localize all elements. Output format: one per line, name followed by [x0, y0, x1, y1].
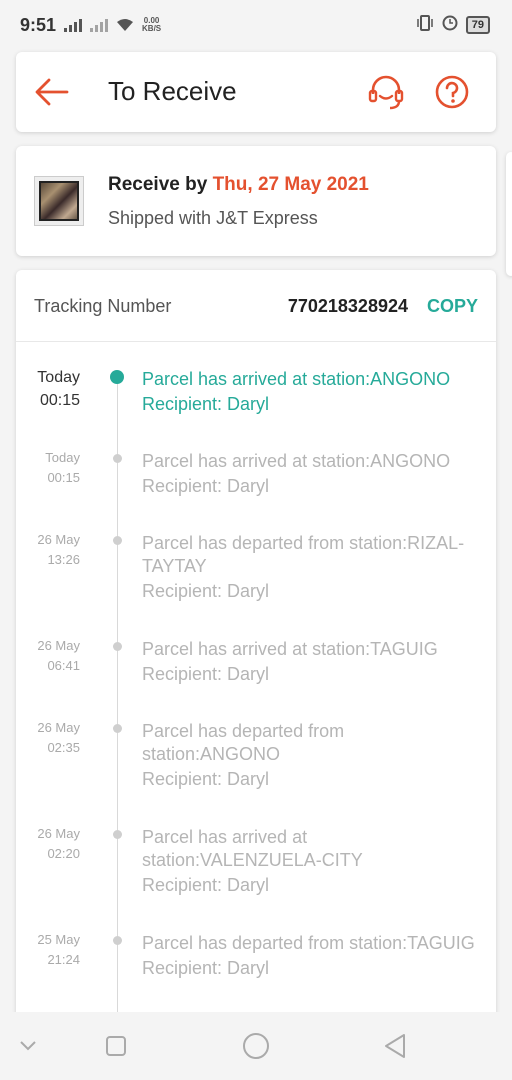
receive-date: Thu, 27 May 2021	[212, 174, 369, 195]
signal-icon	[64, 18, 83, 32]
tracking-number-value: 770218328924	[287, 296, 408, 316]
tracking-card: Tracking Number 770218328924 COPY Today 0…	[16, 270, 496, 1020]
timeline-dot	[113, 830, 122, 839]
event-datetime: 26 May 13:26	[37, 532, 80, 567]
event-description: Parcel has arrived at station:ANGONO Rec…	[142, 368, 482, 418]
timeline-dot	[113, 536, 122, 545]
nav-back-button[interactable]	[382, 1032, 408, 1065]
status-time: 9:51	[20, 14, 57, 35]
product-thumbnail	[34, 176, 84, 226]
event-recipient: Recipient: Daryl	[142, 664, 270, 684]
network-speed: 0.00 KB/S	[142, 16, 162, 33]
side-card-edge	[506, 152, 512, 276]
event-recipient: Recipient: Daryl	[142, 769, 270, 789]
event-recipient: Recipient: Daryl	[142, 581, 270, 601]
page-title: To Receive	[108, 76, 237, 106]
event-description: Parcel has departed from station:ANGONO …	[142, 720, 482, 793]
chevron-down-icon	[20, 1041, 36, 1051]
nav-collapse-button[interactable]	[18, 1038, 38, 1057]
wifi-icon	[116, 18, 134, 32]
timeline-line	[117, 378, 118, 1020]
back-button[interactable]	[34, 74, 70, 110]
customer-support-button[interactable]	[366, 72, 406, 112]
shipping-carrier: Shipped with J&T Express	[108, 208, 318, 228]
event-recipient: Recipient: Daryl	[142, 394, 270, 414]
timeline-dot	[113, 454, 122, 463]
event-recipient: Recipient: Daryl	[142, 875, 270, 895]
system-navigation-bar	[0, 1012, 512, 1080]
timeline-dot	[113, 642, 122, 651]
event-description: Parcel has arrived at station:ANGONO Rec…	[142, 450, 482, 500]
question-circle-icon	[435, 75, 469, 109]
delivery-info-card[interactable]: Receive by Thu, 27 May 2021 Shipped with…	[16, 146, 496, 256]
timeline-dot	[110, 370, 124, 384]
help-button[interactable]	[434, 74, 470, 110]
status-bar: 9:51 0.00 KB/S 79	[0, 0, 512, 50]
nav-home-button[interactable]	[242, 1032, 270, 1065]
event-description: Parcel has departed from station:TAGUIG …	[142, 932, 482, 982]
event-datetime: Today 00:15	[45, 450, 80, 485]
event-description: Parcel has arrived at station:VALENZUELA…	[142, 826, 482, 899]
copy-button[interactable]: COPY	[427, 296, 478, 317]
tracking-number-label: Tracking Number	[34, 296, 172, 316]
event-recipient: Recipient: Daryl	[142, 476, 270, 496]
battery-icon: 79	[465, 16, 490, 34]
event-datetime: 26 May 02:20	[37, 826, 80, 861]
signal-icon-secondary	[90, 18, 109, 32]
headset-icon	[368, 75, 404, 110]
vibrate-icon	[416, 14, 434, 36]
event-datetime: 25 May 21:24	[37, 932, 80, 967]
tracking-number-row: Tracking Number 770218328924 COPY	[16, 270, 496, 342]
event-recipient: Recipient: Daryl	[142, 958, 270, 978]
timeline-dot	[113, 936, 122, 945]
receive-by-text: Receive by Thu, 27 May 2021	[108, 174, 369, 195]
top-app-bar: To Receive	[16, 52, 496, 132]
circle-icon	[243, 1033, 269, 1059]
square-icon	[106, 1036, 126, 1056]
timeline-dot	[113, 724, 122, 733]
alarm-icon	[442, 15, 458, 36]
event-datetime: 26 May 02:35	[37, 720, 80, 755]
nav-recents-button[interactable]	[105, 1035, 127, 1062]
event-description: Parcel has departed from station:RIZAL-T…	[142, 532, 482, 605]
event-datetime: 26 May 06:41	[37, 638, 80, 673]
event-description: Parcel has arrived at station:TAGUIG Rec…	[142, 638, 482, 688]
triangle-back-icon	[385, 1034, 405, 1058]
event-datetime: Today 00:15	[37, 369, 80, 409]
arrow-left-icon	[35, 78, 69, 106]
